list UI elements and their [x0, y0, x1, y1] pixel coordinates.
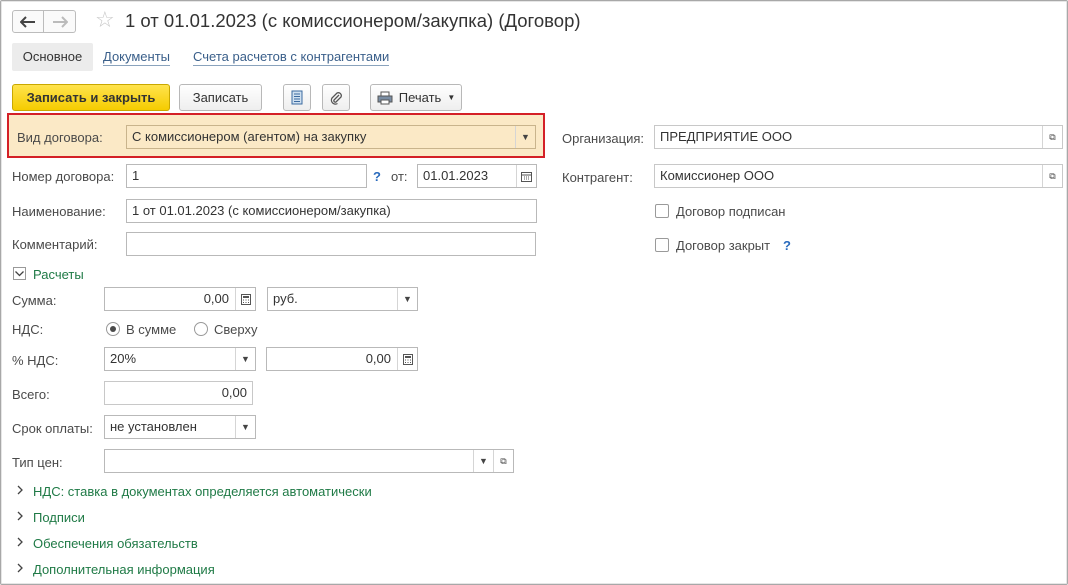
print-label: Печать	[398, 90, 442, 105]
price-type-select[interactable]: ▼ ⧉	[104, 449, 514, 473]
chevron-right-icon	[16, 510, 24, 522]
obligations-section[interactable]: Обеспечения обязательств	[33, 536, 198, 551]
vat-rate-value: 20%	[110, 351, 137, 366]
name-label: Наименование:	[12, 204, 106, 219]
name-input[interactable]: 1 от 01.01.2023 (с комиссионером/закупка…	[126, 199, 537, 223]
attach-button[interactable]	[322, 84, 350, 111]
signed-label: Договор подписан	[676, 204, 786, 219]
collapse-toggle[interactable]	[13, 267, 26, 280]
tab-settlement-accounts[interactable]: Счета расчетов с контрагентами	[193, 48, 390, 66]
vat-in-sum-radio[interactable]	[106, 322, 120, 336]
vat-on-top-radio[interactable]	[194, 322, 208, 336]
printer-icon	[377, 91, 393, 105]
print-button[interactable]: Печать ▼	[370, 84, 462, 111]
dropdown-arrow-icon[interactable]: ▼	[515, 126, 535, 148]
vat-label: НДС:	[12, 322, 44, 337]
payment-term-value: не установлен	[110, 419, 197, 434]
vat-amount-input[interactable]: 0,00	[266, 347, 418, 371]
report-button[interactable]	[283, 84, 311, 111]
vat-in-sum-label: В сумме	[126, 322, 177, 337]
save-and-close-button[interactable]: Записать и закрыть	[12, 84, 170, 111]
counterparty-value: Комиссионер ООО	[660, 168, 775, 183]
counterparty-label: Контрагент:	[562, 170, 633, 185]
chevron-down-icon	[14, 268, 25, 279]
vat-on-top-label: Сверху	[214, 322, 258, 337]
vat-amount-value: 0,00	[365, 351, 391, 366]
help-icon[interactable]: ?	[373, 169, 381, 184]
payment-term-select[interactable]: не установлен ▼	[104, 415, 256, 439]
open-icon[interactable]: ⧉	[1042, 126, 1062, 148]
tab-documents[interactable]: Документы	[103, 48, 171, 66]
arrow-right-icon	[52, 15, 68, 28]
organization-label: Организация:	[562, 131, 645, 146]
paperclip-icon	[329, 91, 343, 105]
calculator-icon[interactable]	[235, 288, 255, 310]
dropdown-arrow-icon[interactable]: ▼	[235, 416, 255, 438]
back-button[interactable]	[12, 10, 44, 33]
favorite-star-icon[interactable]: ☆	[95, 8, 115, 32]
counterparty-input[interactable]: Комиссионер ООО ⧉	[654, 164, 1063, 188]
dropdown-arrow-icon[interactable]: ▼	[235, 348, 255, 370]
total-value: 0,00	[104, 381, 253, 405]
contract-type-select[interactable]: С комиссионером (агентом) на закупку ▼	[126, 125, 536, 149]
date-input[interactable]: 01.01.2023	[417, 164, 537, 188]
save-button[interactable]: Записать	[179, 84, 262, 111]
contract-type-label: Вид договора:	[17, 130, 103, 145]
closed-checkbox[interactable]	[655, 238, 669, 252]
date-value: 01.01.2023	[423, 168, 489, 183]
sum-label: Сумма:	[12, 293, 57, 308]
sum-input[interactable]: 0,00	[104, 287, 256, 311]
contract-number-label: Номер договора:	[12, 169, 115, 184]
chevron-right-icon	[16, 562, 24, 574]
comment-label: Комментарий:	[12, 237, 98, 252]
vat-auto-section[interactable]: НДС: ставка в документах определяется ав…	[33, 484, 372, 499]
calendar-icon[interactable]	[516, 165, 536, 187]
currency-value: руб.	[273, 291, 298, 306]
contract-type-value: С комиссионером (агентом) на закупку	[132, 129, 367, 144]
vat-rate-label: % НДС:	[12, 353, 59, 368]
additional-info-section[interactable]: Дополнительная информация	[33, 562, 215, 577]
forward-button[interactable]	[44, 10, 76, 33]
payments-section-title[interactable]: Расчеты	[33, 267, 84, 282]
help-icon[interactable]: ?	[783, 238, 791, 253]
closed-label: Договор закрыт	[676, 238, 771, 253]
chevron-right-icon	[16, 484, 24, 496]
comment-input[interactable]	[126, 232, 536, 256]
organization-input[interactable]: ПРЕДПРИЯТИЕ ООО ⧉	[654, 125, 1063, 149]
chevron-right-icon	[16, 536, 24, 548]
organization-value: ПРЕДПРИЯТИЕ ООО	[660, 129, 793, 144]
contract-number-input[interactable]: 1	[126, 164, 367, 188]
signatures-section[interactable]: Подписи	[33, 510, 85, 525]
sum-value: 0,00	[203, 291, 229, 306]
list-document-icon	[291, 90, 303, 105]
page-title: 1 от 01.01.2023 (с комиссионером/закупка…	[125, 10, 581, 31]
open-icon[interactable]: ⧉	[493, 450, 513, 472]
total-label: Всего:	[12, 387, 50, 402]
currency-select[interactable]: руб. ▼	[267, 287, 418, 311]
dropdown-arrow-icon[interactable]: ▼	[397, 288, 417, 310]
signed-checkbox[interactable]	[655, 204, 669, 218]
date-label: от:	[391, 169, 408, 184]
payment-term-label: Срок оплаты:	[12, 421, 93, 436]
dropdown-arrow-icon[interactable]: ▼	[473, 450, 493, 472]
open-icon[interactable]: ⧉	[1042, 165, 1062, 187]
vat-rate-select[interactable]: 20% ▼	[104, 347, 256, 371]
price-type-label: Тип цен:	[12, 455, 63, 470]
tab-main[interactable]: Основное	[12, 43, 93, 71]
calculator-icon[interactable]	[397, 348, 417, 370]
chevron-down-icon: ▼	[447, 93, 456, 102]
arrow-left-icon	[20, 15, 36, 28]
